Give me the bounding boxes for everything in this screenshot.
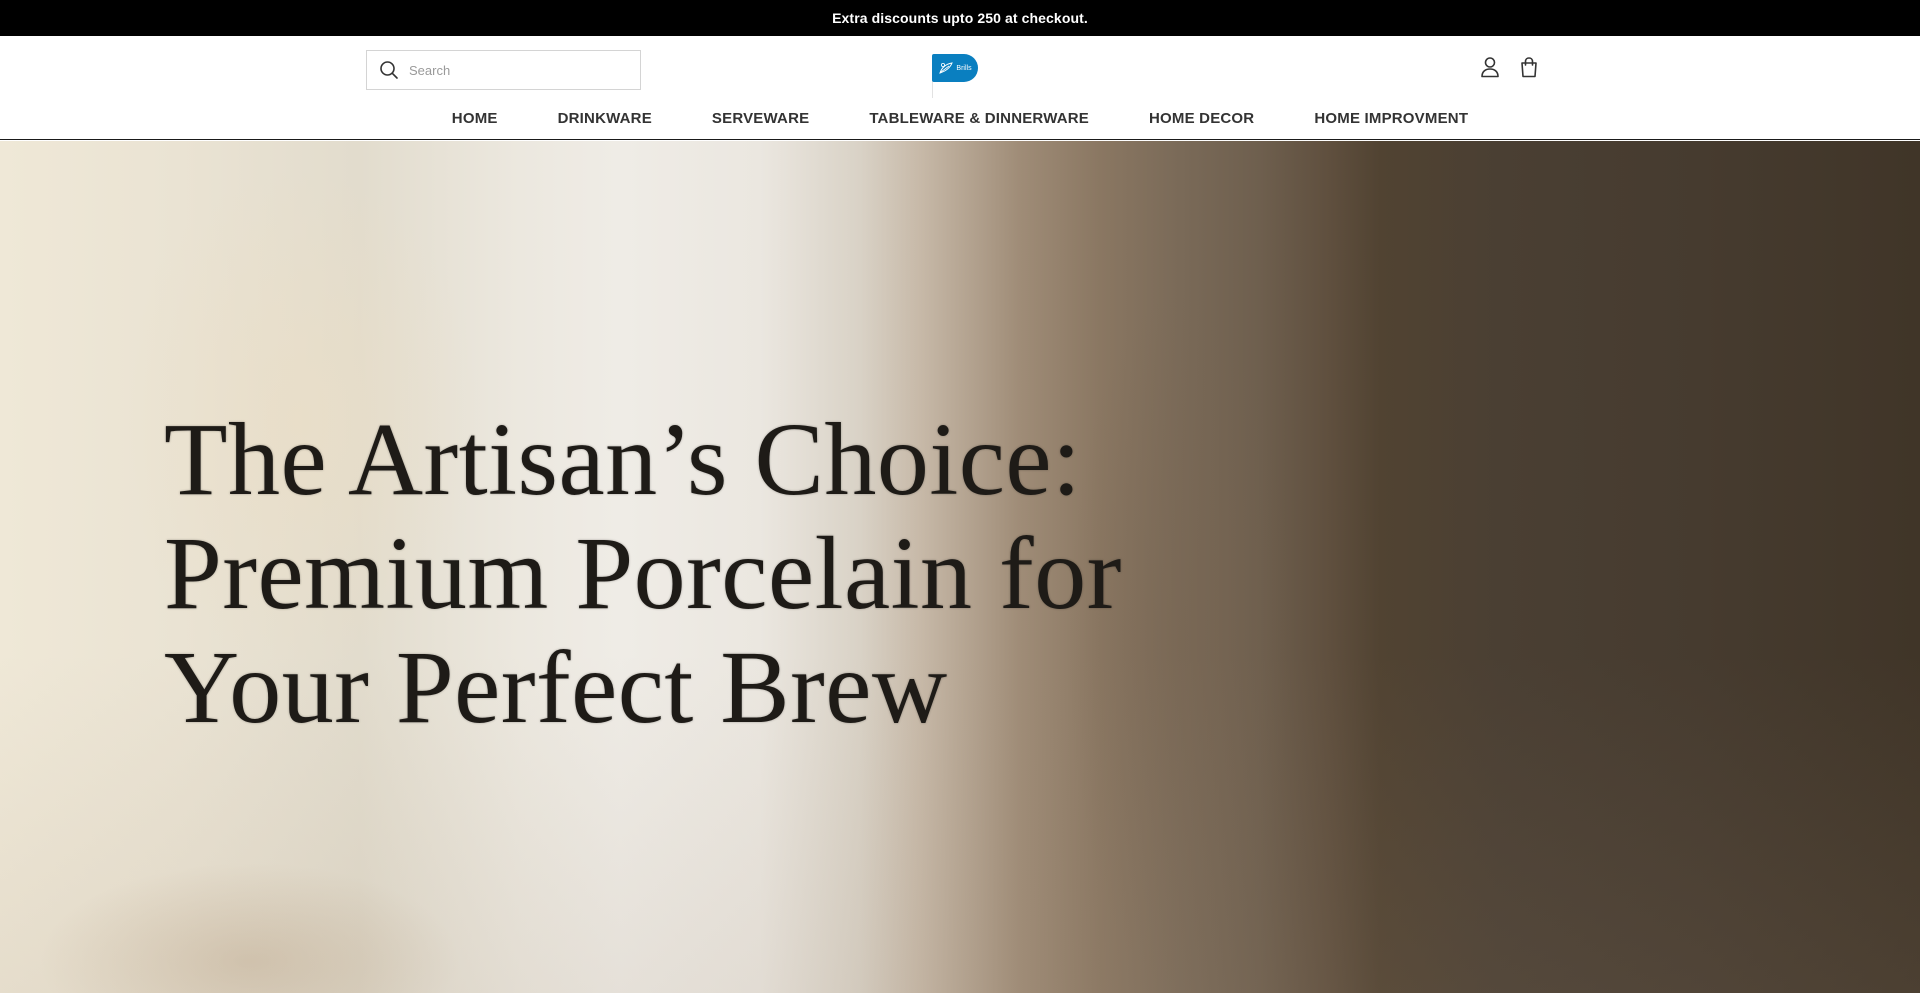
brand-logo[interactable]: Brills	[932, 54, 978, 82]
nav-item-tableware-dinnerware[interactable]: TABLEWARE & DINNERWARE	[869, 110, 1089, 127]
hero-title-line-3: Your Perfect Brew	[164, 630, 948, 745]
nav-item-home-decor[interactable]: HOME DECOR	[1149, 110, 1254, 127]
account-button[interactable]	[1477, 54, 1503, 80]
cart-button[interactable]	[1516, 54, 1542, 80]
shopping-bag-icon	[1521, 57, 1537, 78]
announcement-bar: Extra discounts upto 250 at checkout.	[0, 0, 1920, 36]
hero-title-line-1: The Artisan’s Choice:	[164, 402, 1082, 517]
search-icon[interactable]	[379, 60, 399, 80]
logo-text: Brills	[956, 64, 972, 72]
nav-item-home[interactable]: HOME	[452, 110, 498, 127]
nav-item-drinkware[interactable]: DRINKWARE	[558, 110, 652, 127]
hero-title: The Artisan’s Choice: Premium Porcelain …	[164, 403, 1264, 745]
site-header: Brills HOME DRINKWARE SERVEWARE TABLEWAR…	[0, 36, 1920, 140]
announcement-text: Extra discounts upto 250 at checkout.	[832, 10, 1088, 26]
search-box[interactable]	[366, 50, 641, 90]
hero-title-line-2: Premium Porcelain for	[164, 516, 1122, 631]
leaf-logo-icon	[939, 62, 954, 74]
nav-item-home-improvment[interactable]: HOME IMPROVMENT	[1314, 110, 1468, 127]
nav-item-serveware[interactable]: SERVEWARE	[712, 110, 809, 127]
hero-banner[interactable]: The Artisan’s Choice: Premium Porcelain …	[0, 141, 1920, 993]
search-input[interactable]	[409, 62, 609, 78]
user-icon	[1481, 57, 1499, 78]
main-nav: HOME DRINKWARE SERVEWARE TABLEWARE & DIN…	[0, 106, 1920, 130]
